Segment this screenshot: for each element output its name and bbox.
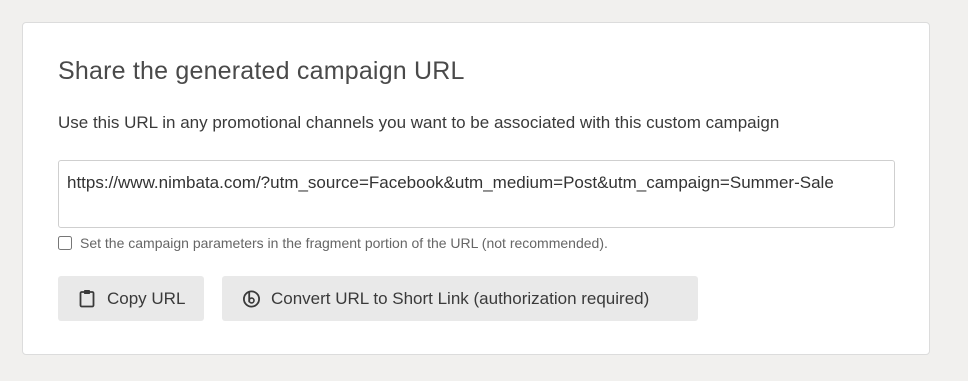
fragment-checkbox[interactable]	[58, 236, 72, 250]
share-url-panel: Share the generated campaign URL Use thi…	[22, 22, 930, 355]
panel-title: Share the generated campaign URL	[58, 57, 465, 85]
panel-description: Use this URL in any promotional channels…	[58, 113, 780, 132]
generated-url-field[interactable]: https://www.nimbata.com/?utm_source=Face…	[58, 160, 895, 228]
convert-short-link-button[interactable]: Convert URL to Short Link (authorization…	[222, 276, 698, 321]
copy-url-button[interactable]: Copy URL	[58, 276, 204, 321]
fragment-option: Set the campaign parameters in the fragm…	[58, 235, 608, 251]
clipboard-icon	[77, 289, 97, 309]
fragment-checkbox-label[interactable]: Set the campaign parameters in the fragm…	[80, 235, 608, 251]
convert-short-link-label: Convert URL to Short Link (authorization…	[271, 288, 650, 308]
copy-url-label: Copy URL	[107, 288, 186, 308]
bitly-icon	[241, 289, 261, 309]
